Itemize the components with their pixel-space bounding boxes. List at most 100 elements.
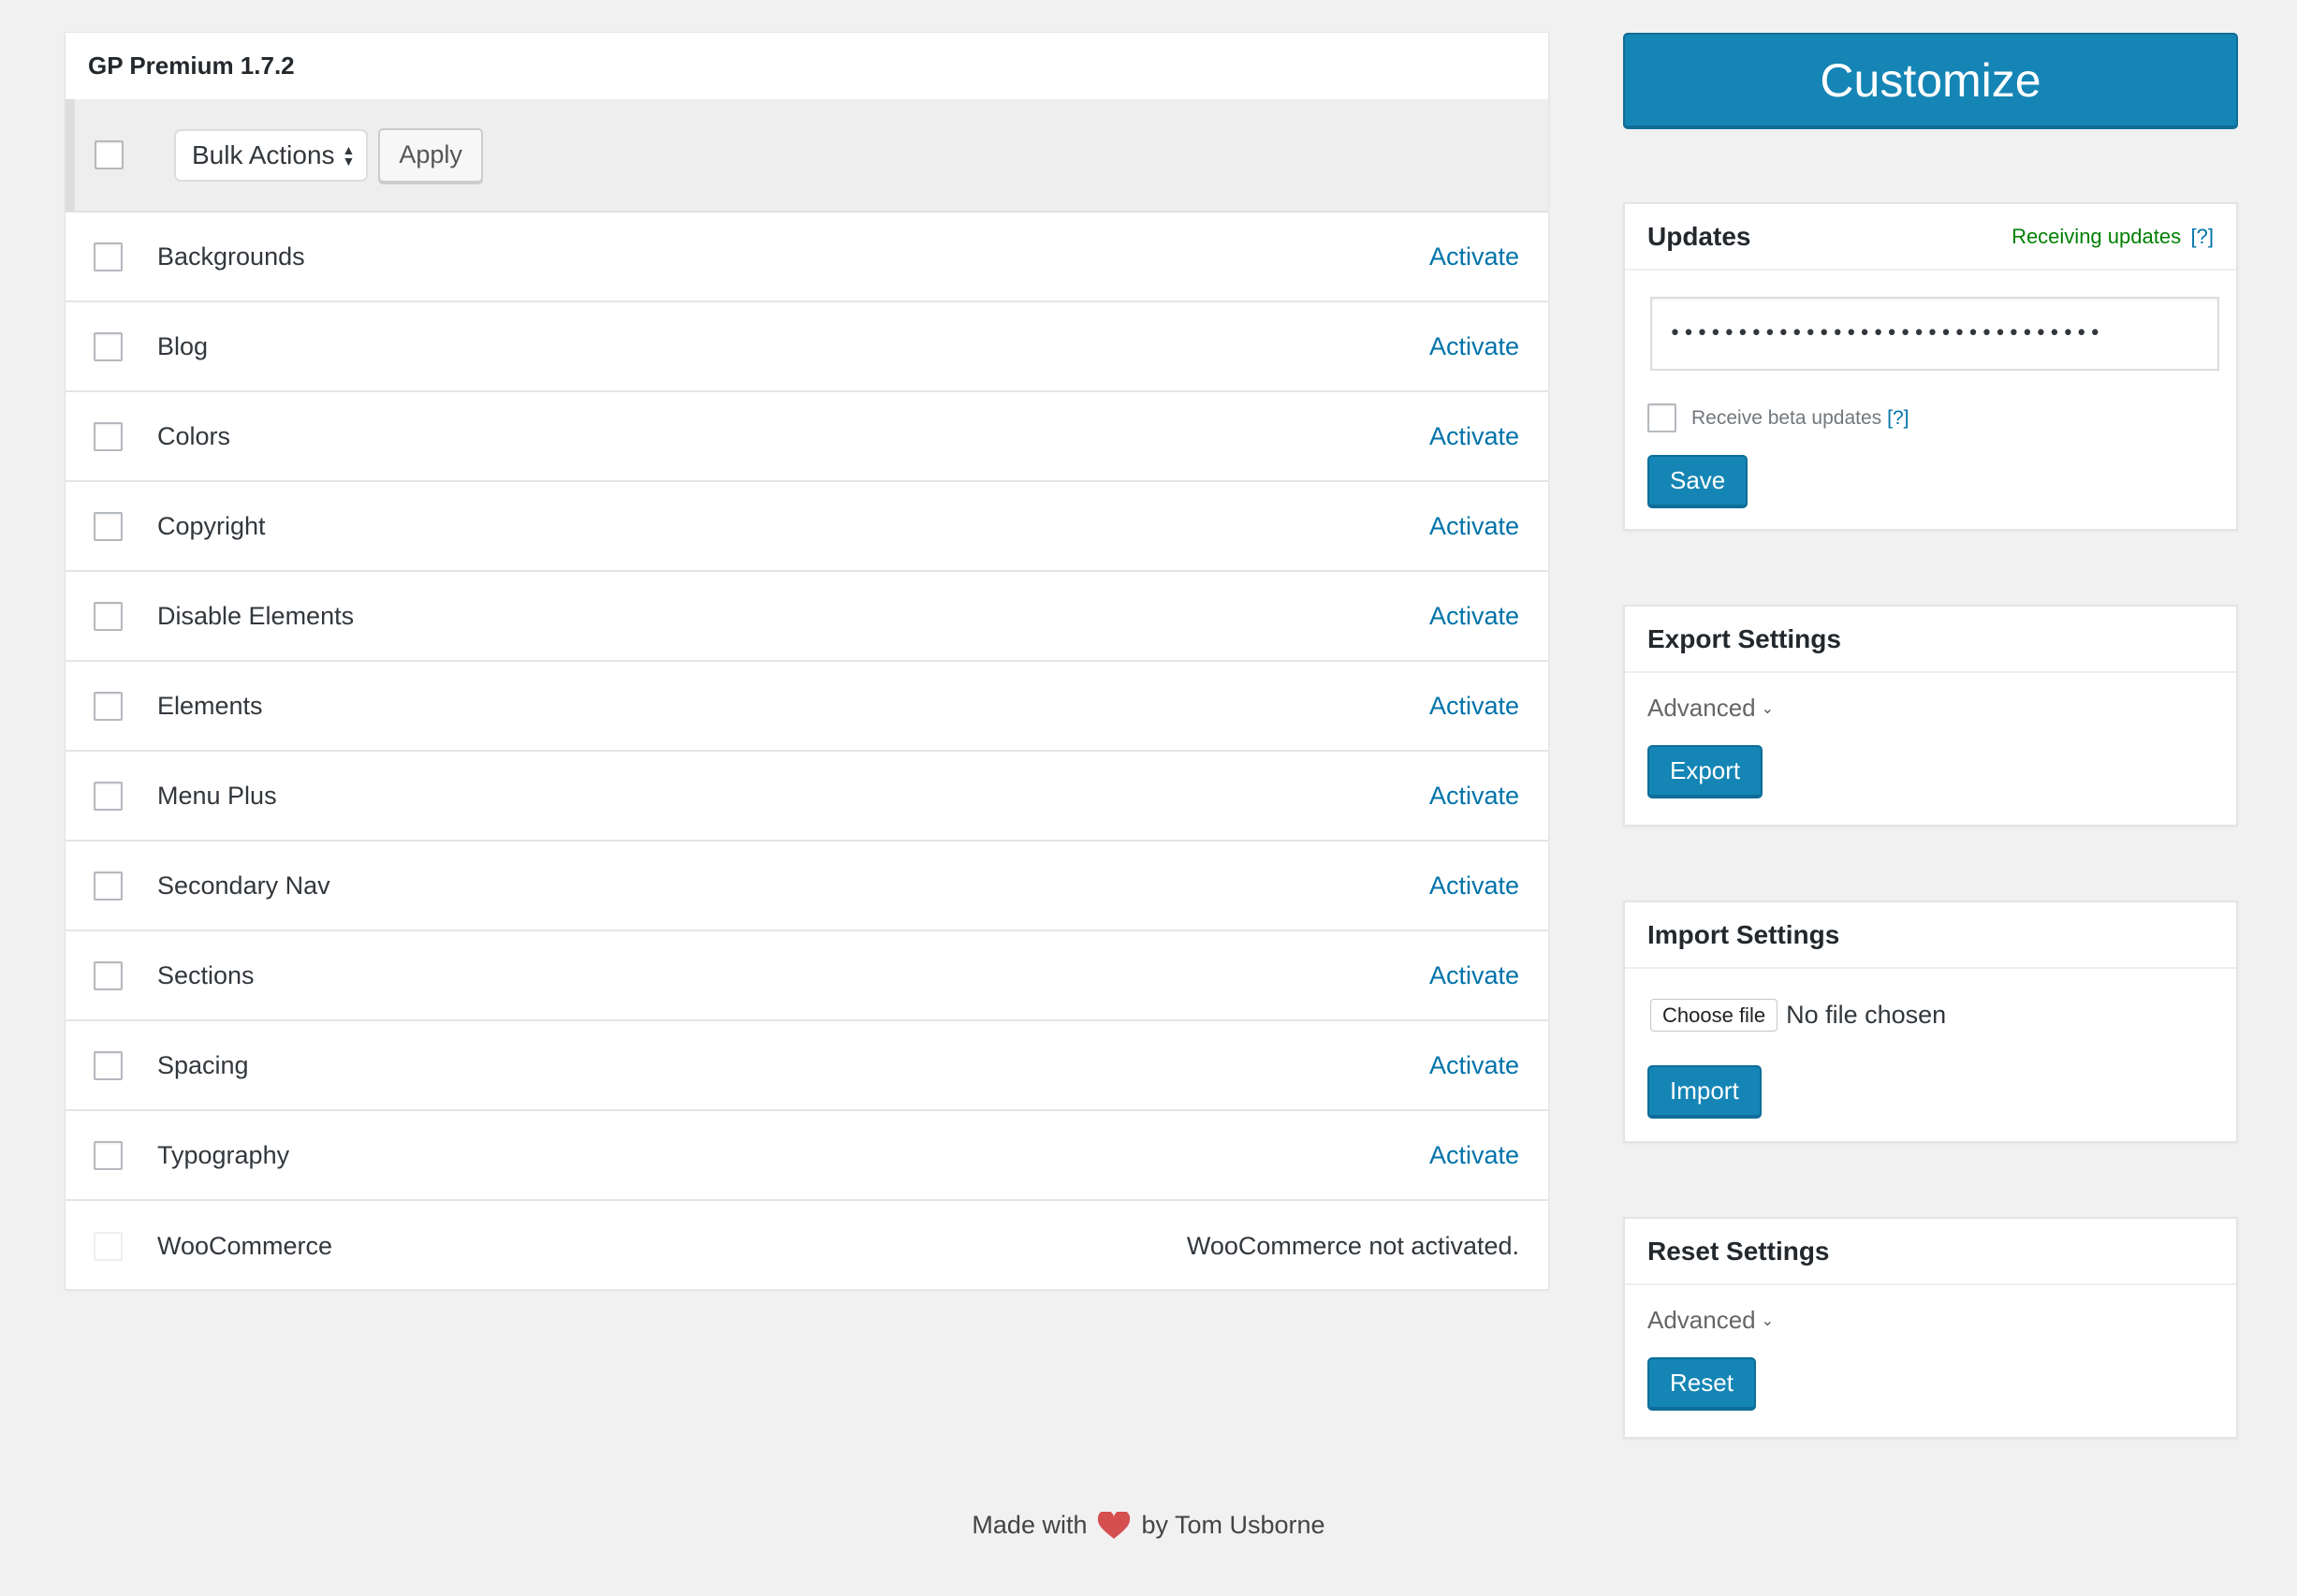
updates-title: Updates [1647,221,1751,251]
license-key-input[interactable] [1650,297,2219,371]
modules-panel: GP Premium 1.7.2 Bulk Actions ▲ ▼ Apply B… [65,32,1549,1290]
reset-title: Reset Settings [1647,1236,1830,1266]
reset-settings-panel: Reset Settings Advanced ⌄ Reset [1623,1217,2238,1439]
updates-status: Receiving updates [2012,224,2182,248]
activate-link[interactable]: Activate [1429,1141,1519,1170]
module-row: Secondary Nav Activate [66,842,1548,931]
module-checkbox-disabled [94,1231,123,1261]
file-status: No file chosen [1786,1001,1947,1029]
module-name: Elements [157,691,263,720]
panel-header: GP Premium 1.7.2 [66,33,1548,99]
activate-link[interactable]: Activate [1429,242,1519,271]
reset-button[interactable]: Reset [1647,1357,1756,1411]
activate-link[interactable]: Activate [1429,1051,1519,1080]
module-checkbox[interactable] [94,601,123,631]
module-checkbox[interactable] [94,691,123,721]
module-name: Blog [157,331,209,360]
module-name: Colors [157,421,231,450]
module-row: Sections Activate [66,931,1548,1021]
export-title: Export Settings [1647,623,1841,653]
beta-updates-label: Receive beta updates [1691,406,1882,429]
advanced-label: Advanced [1647,1306,1756,1334]
module-checkbox[interactable] [94,242,123,271]
module-checkbox[interactable] [94,421,123,451]
module-list: Backgrounds Activate Blog Activate Color… [66,212,1548,1291]
module-status: WooCommerce not activated. [1186,1231,1519,1260]
module-row: Disable Elements Activate [66,572,1548,662]
save-button[interactable]: Save [1647,455,1748,508]
import-button[interactable]: Import [1647,1065,1762,1119]
activate-link[interactable]: Activate [1429,602,1519,631]
module-name: Copyright [157,511,266,540]
import-header: Import Settings [1625,902,2236,969]
activate-link[interactable]: Activate [1429,961,1519,990]
module-name: Spacing [157,1050,249,1079]
bulk-actions-bar: Bulk Actions ▲ ▼ Apply [66,99,1548,212]
file-input: Choose file No file chosen [1647,999,2214,1032]
module-name: Sections [157,960,255,989]
activate-link[interactable]: Activate [1429,332,1519,361]
reset-header: Reset Settings [1625,1219,2236,1285]
module-row: WooCommerce WooCommerce not activated. [66,1201,1548,1291]
beta-row: Receive beta updates [?] [1647,403,2214,432]
module-row: Typography Activate [66,1111,1548,1201]
chevron-down-icon: ⌄ [1761,1312,1775,1329]
module-row: Copyright Activate [66,482,1548,572]
module-checkbox[interactable] [94,781,123,811]
module-row: Menu Plus Activate [66,752,1548,842]
updates-body: Receive beta updates [?] Save [1625,271,2236,531]
export-settings-panel: Export Settings Advanced ⌄ Export [1623,605,2238,827]
activate-link[interactable]: Activate [1429,782,1519,811]
module-name: Menu Plus [157,781,277,810]
module-name: WooCommerce [157,1231,333,1260]
module-name: Backgrounds [157,242,305,271]
module-row: Spacing Activate [66,1021,1548,1111]
import-settings-panel: Import Settings Choose file No file chos… [1623,900,2238,1143]
export-header: Export Settings [1625,607,2236,673]
module-checkbox[interactable] [94,331,123,361]
export-advanced-toggle[interactable]: Advanced ⌄ [1647,694,1774,723]
module-checkbox[interactable] [94,871,123,900]
module-row: Blog Activate [66,302,1548,392]
customize-button[interactable]: Customize [1623,33,2238,129]
updates-header: Updates Receiving updates [?] [1625,204,2236,271]
activate-link[interactable]: Activate [1429,692,1519,721]
updates-panel: Updates Receiving updates [?] Receive be… [1623,202,2238,531]
footer: Made with by Tom Usborne [0,1511,2297,1540]
module-name: Disable Elements [157,601,355,630]
activate-link[interactable]: Activate [1429,512,1519,541]
module-checkbox[interactable] [94,1140,123,1170]
module-row: Backgrounds Activate [66,212,1548,302]
footer-made-with: Made with [972,1511,1088,1539]
module-name: Typography [157,1140,290,1169]
activate-link[interactable]: Activate [1429,871,1519,900]
bulk-actions-label: Bulk Actions [192,139,335,169]
advanced-label: Advanced [1647,694,1756,722]
module-row: Elements Activate [66,662,1548,752]
apply-button[interactable]: Apply [378,127,483,183]
module-checkbox[interactable] [94,511,123,541]
chevron-down-icon: ⌄ [1761,700,1775,717]
module-row: Colors Activate [66,392,1548,482]
activate-link[interactable]: Activate [1429,422,1519,451]
module-checkbox[interactable] [94,960,123,990]
reset-advanced-toggle[interactable]: Advanced ⌄ [1647,1306,1774,1335]
export-body: Advanced ⌄ Export [1625,673,2236,821]
updates-status-wrap: Receiving updates [?] [2012,225,2214,249]
module-checkbox[interactable] [94,1050,123,1080]
heart-icon [1098,1511,1131,1539]
reset-body: Advanced ⌄ Reset [1625,1285,2236,1433]
bulk-actions-select[interactable]: Bulk Actions ▲ ▼ [174,128,369,182]
panel-title: GP Premium 1.7.2 [88,51,295,80]
beta-help-link[interactable]: [?] [1887,407,1909,430]
select-arrows-icon: ▲ ▼ [342,141,356,168]
export-button[interactable]: Export [1647,745,1763,798]
beta-updates-checkbox[interactable] [1647,403,1676,432]
choose-file-button[interactable]: Choose file [1650,999,1778,1032]
footer-author: by Tom Usborne [1141,1511,1325,1539]
updates-help-link[interactable]: [?] [2191,225,2214,248]
select-all-checkbox[interactable] [95,140,124,169]
import-body: Choose file No file chosen Import [1625,969,2236,1141]
module-name: Secondary Nav [157,871,330,900]
import-title: Import Settings [1647,919,1840,949]
